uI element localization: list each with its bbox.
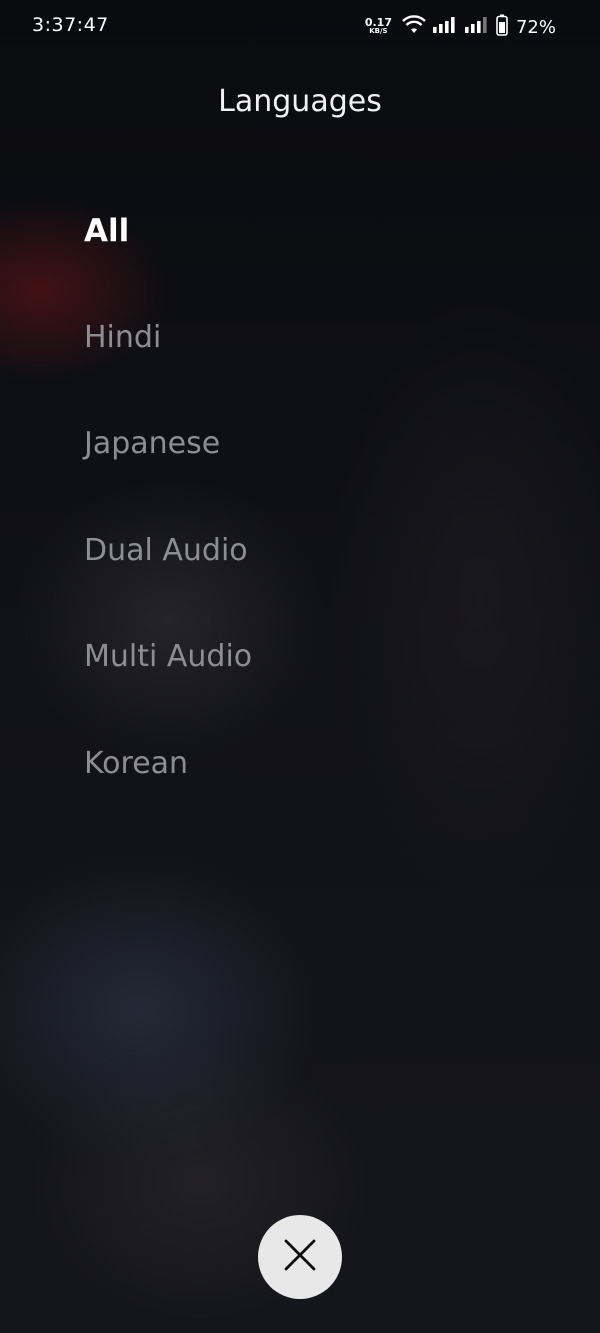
network-speed: 0.17 KB/S [364,16,392,36]
page-title: Languages [218,84,382,119]
language-item-japanese[interactable]: Japanese [84,413,252,520]
signal-icon [432,16,458,38]
language-item-all[interactable]: All [84,200,252,307]
close-icon [283,1238,317,1276]
language-item-korean[interactable]: Korean [84,733,252,840]
language-list: All Hindi Japanese Dual Audio Multi Audi… [84,200,252,840]
battery-icon [496,14,508,40]
close-button[interactable] [258,1215,342,1299]
network-speed-value: 0.17 [364,16,392,29]
battery-percentage: 72% [515,16,556,38]
wifi-icon [402,15,426,39]
language-item-dual-audio[interactable]: Dual Audio [84,520,252,627]
network-speed-unit: KB/S [369,27,388,35]
signal-icon-secondary [464,16,490,38]
language-item-hindi[interactable]: Hindi [84,307,252,414]
status-icons: 0.17 KB/S 72% [365,14,556,40]
status-time: 3:37:47 [32,14,109,36]
language-item-multi-audio[interactable]: Multi Audio [84,626,252,733]
status-bar: 3:37:47 0.17 KB/S 72% [0,0,600,54]
